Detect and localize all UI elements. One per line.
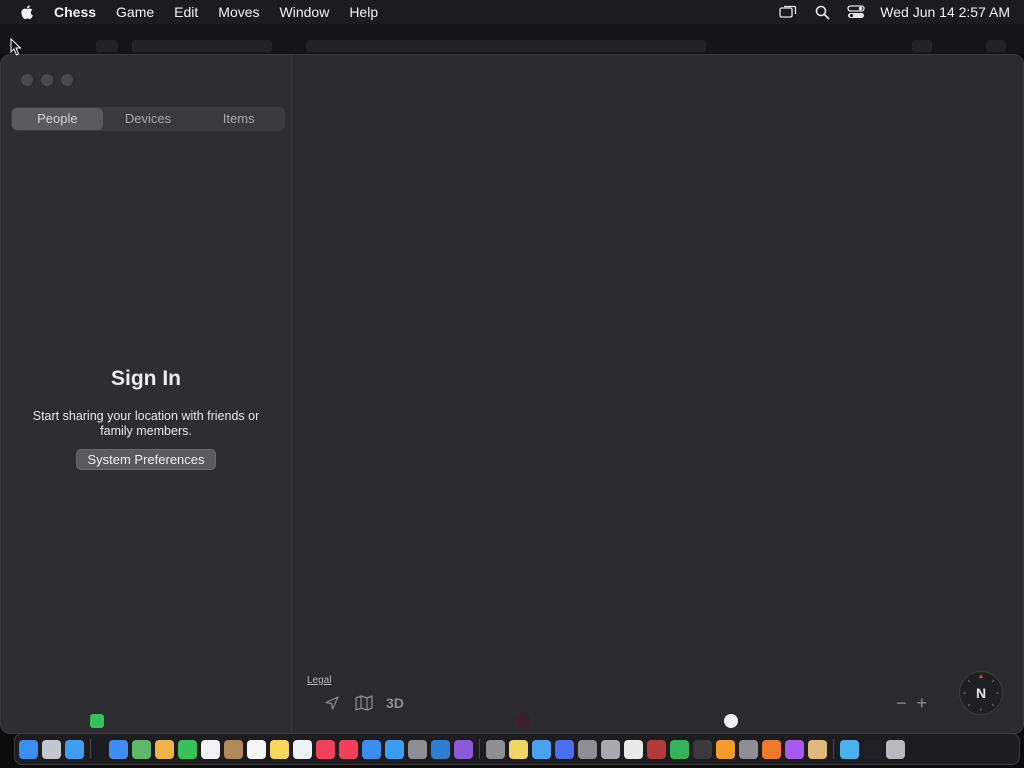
mouse-cursor-icon <box>10 37 22 61</box>
dock-notes-icon[interactable] <box>270 739 289 759</box>
dock-cloud-icon[interactable] <box>532 739 551 759</box>
menu-bar: Chess Game Edit Moves Window Help Wed Ju… <box>0 0 1024 24</box>
tab-devices[interactable]: Devices <box>103 108 194 130</box>
minimize-button[interactable] <box>41 74 53 86</box>
compass-north-label: N <box>975 685 987 701</box>
background-ghost-control <box>986 40 1006 52</box>
dock-firefox-icon[interactable] <box>762 739 781 759</box>
dock-calculator-icon[interactable] <box>739 739 758 759</box>
legal-link[interactable]: Legal <box>307 675 331 686</box>
dock-script-editor-icon[interactable] <box>624 739 643 759</box>
apple-menu-icon[interactable] <box>16 0 38 24</box>
map-area[interactable]: Legal 3D − + N <box>292 55 1023 733</box>
compass-icon[interactable]: N <box>959 671 1003 715</box>
dock-finder-icon[interactable] <box>19 739 38 759</box>
chrome-icon[interactable] <box>724 714 738 728</box>
dock-separator <box>833 739 834 759</box>
sign-in-panel: Sign In Start sharing your location with… <box>1 367 291 470</box>
dock-news-icon[interactable] <box>339 739 358 759</box>
sidebar-tabs: People Devices Items <box>11 107 285 131</box>
dock-stickies-icon[interactable] <box>509 739 528 759</box>
map-controls: 3D <box>322 693 404 713</box>
dock-visual-studio-icon[interactable] <box>454 739 473 759</box>
location-arrow-icon[interactable] <box>322 693 342 713</box>
system-preferences-button[interactable]: System Preferences <box>76 449 216 470</box>
dock-separator <box>479 739 480 759</box>
window-controls <box>21 74 73 86</box>
tab-people[interactable]: People <box>12 108 103 130</box>
sign-in-title: Sign In <box>111 367 181 390</box>
screen-record-icon[interactable] <box>516 714 530 728</box>
dock-find-my-icon[interactable] <box>670 739 689 759</box>
dock-safari-icon[interactable] <box>65 739 84 759</box>
dock-font-book-icon[interactable] <box>578 739 597 759</box>
display-icon[interactable] <box>778 2 798 22</box>
dock-launchpad-icon[interactable] <box>42 739 61 759</box>
menu-help[interactable]: Help <box>339 0 388 24</box>
zoom-controls: − + <box>896 693 927 714</box>
dock-vscode-icon[interactable] <box>431 739 450 759</box>
dock-screenshot-icon[interactable] <box>486 739 505 759</box>
background-ghost-control <box>912 40 932 52</box>
sidebar: People Devices Items Sign In Start shari… <box>1 55 292 733</box>
control-center-icon[interactable] <box>846 2 866 22</box>
find-my-window: People Devices Items Sign In Start shari… <box>0 54 1024 734</box>
dock-facetime-icon[interactable] <box>178 739 197 759</box>
background-ghost-control <box>306 40 706 52</box>
menu-game[interactable]: Game <box>106 0 164 24</box>
search-icon[interactable] <box>812 2 832 22</box>
dock-paintbrush-icon[interactable] <box>808 739 827 759</box>
dock-music-icon[interactable] <box>316 739 335 759</box>
dock-terminal-icon[interactable] <box>863 739 882 759</box>
dock-activity-monitor-icon[interactable] <box>693 739 712 759</box>
3d-toggle-button[interactable]: 3D <box>386 695 404 711</box>
background-ghost-control <box>132 40 272 52</box>
dock-chess-icon[interactable] <box>601 739 620 759</box>
dock-downloads-folder-icon[interactable] <box>840 739 859 759</box>
dock-podcasts-icon[interactable] <box>785 739 804 759</box>
menu-moves[interactable]: Moves <box>208 0 269 24</box>
sign-in-description: Start sharing your location with friends… <box>32 409 260 438</box>
dock-calendar-icon[interactable] <box>201 739 220 759</box>
close-button[interactable] <box>21 74 33 86</box>
zoom-out-button[interactable]: − <box>896 693 907 714</box>
menu-window[interactable]: Window <box>270 0 340 24</box>
dock-photos-icon[interactable] <box>155 739 174 759</box>
background-window-toolbar <box>0 24 1024 54</box>
dock-books-icon[interactable] <box>716 739 735 759</box>
status-area: Wed Jun 14 2:57 AM <box>778 0 1010 24</box>
tab-items[interactable]: Items <box>193 108 284 130</box>
menu-app-name[interactable]: Chess <box>44 0 106 24</box>
dock-reminders-icon[interactable] <box>247 739 266 759</box>
zoom-button[interactable] <box>61 74 73 86</box>
dock-keynote-icon[interactable] <box>362 739 381 759</box>
dock-affinity-icon[interactable] <box>555 739 574 759</box>
dock-separator <box>90 739 91 759</box>
zoom-in-button[interactable]: + <box>917 693 928 714</box>
messages-icon[interactable] <box>90 714 104 728</box>
dock-trash-icon[interactable] <box>886 739 905 759</box>
dock-system-settings-icon[interactable] <box>408 739 427 759</box>
map-view-icon[interactable] <box>354 693 374 713</box>
dock-maps-icon[interactable] <box>132 739 151 759</box>
menu-bar-clock[interactable]: Wed Jun 14 2:57 AM <box>880 4 1010 20</box>
dock <box>14 733 1020 765</box>
dock-freeform-icon[interactable] <box>293 739 312 759</box>
dock-contacts-icon[interactable] <box>224 739 243 759</box>
dock-dictionary-icon[interactable] <box>647 739 666 759</box>
dock-app-store-icon[interactable] <box>385 739 404 759</box>
dock-mail-icon[interactable] <box>109 739 128 759</box>
background-ghost-control <box>96 40 118 52</box>
menu-edit[interactable]: Edit <box>164 0 208 24</box>
